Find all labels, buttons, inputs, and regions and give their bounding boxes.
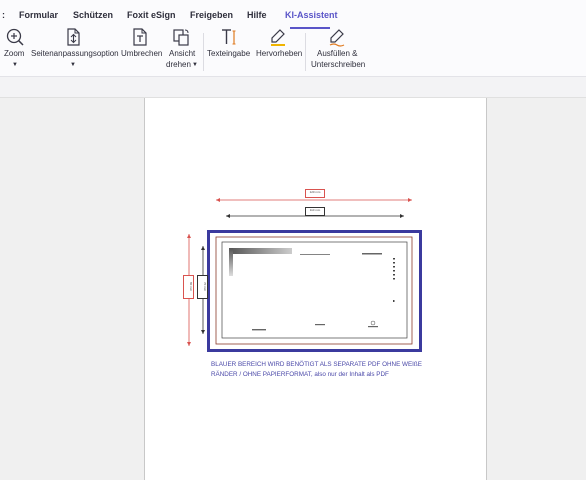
stamp-icon [370, 320, 376, 326]
dimension-label-red-top: 120 mm [305, 189, 325, 198]
dimension-label-black-top: 110 mm [305, 207, 325, 216]
small-text-stubs [252, 253, 382, 331]
dimension-label-black-left: 70 mm [197, 275, 208, 299]
right-side-marks [393, 258, 395, 302]
dimension-label-red-left: 80 mm [183, 275, 194, 299]
gradient-bar-horizontal [229, 248, 292, 254]
gradient-bar-vertical [229, 248, 233, 276]
document-note: BLAUER BEREICH WIRD BENÖTIGT ALS SEPARAT… [211, 361, 422, 378]
inner-border [221, 241, 408, 339]
document-drawing [187, 198, 422, 352]
